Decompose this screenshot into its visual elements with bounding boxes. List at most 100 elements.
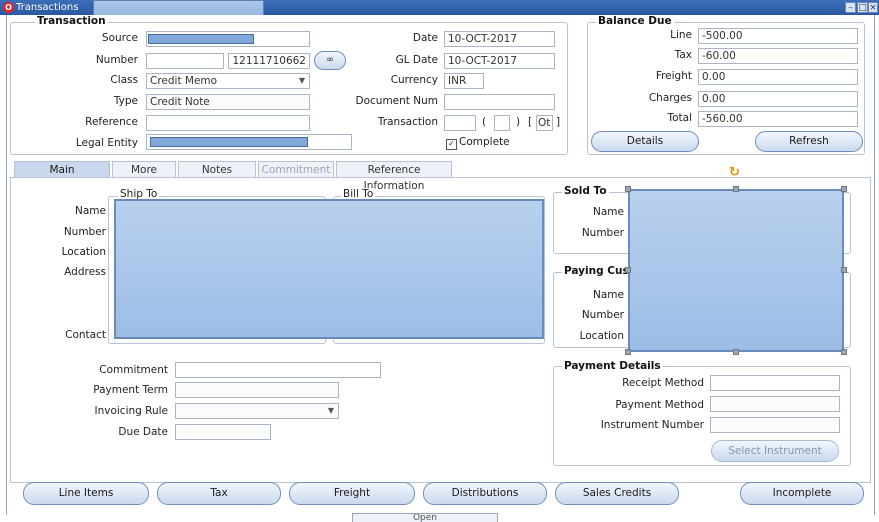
- tab-main[interactable]: Main: [14, 161, 110, 177]
- due-date-label: Due Date: [118, 426, 168, 438]
- source-selection: [148, 34, 254, 44]
- freight-button[interactable]: Freight: [289, 482, 415, 505]
- commitment-field[interactable]: [175, 362, 381, 378]
- bd-charges-field[interactable]: 0.00: [698, 91, 858, 107]
- gl-date-field[interactable]: 10-OCT-2017: [444, 53, 555, 69]
- instrument-number-field[interactable]: [710, 417, 840, 433]
- tax-button[interactable]: Tax: [157, 482, 281, 505]
- lov-icon: ∞: [326, 55, 334, 65]
- number-label-main: Number: [63, 226, 106, 238]
- reference-field[interactable]: [146, 115, 310, 131]
- number-label: Number: [95, 54, 138, 66]
- balance-due-title: Balance Due: [596, 15, 674, 27]
- resize-handle[interactable]: [841, 349, 847, 355]
- tab-reference-information[interactable]: Reference Information: [336, 161, 452, 192]
- currency-field[interactable]: INR: [444, 73, 484, 89]
- invoicing-rule-select[interactable]: ▼: [175, 403, 339, 419]
- invoicing-rule-label: Invoicing Rule: [94, 405, 168, 417]
- bracket-open: [: [528, 116, 533, 128]
- class-value: Credit Memo: [150, 75, 218, 87]
- legal-entity-field[interactable]: [146, 134, 352, 150]
- transaction-title: Transaction: [35, 15, 108, 27]
- sales-credits-button[interactable]: Sales Credits: [555, 482, 679, 505]
- type-field[interactable]: Credit Note: [146, 94, 310, 110]
- checkbox-checked-icon: ✓: [446, 139, 457, 150]
- transaction-sub-field[interactable]: [494, 115, 510, 131]
- ot-field[interactable]: Ot: [536, 115, 553, 131]
- window-title: Transactions: [16, 2, 79, 13]
- payment-method-field[interactable]: [710, 396, 840, 412]
- resize-handle[interactable]: [625, 186, 631, 192]
- customer-selection-overlay[interactable]: [628, 189, 844, 352]
- address-label: Address: [64, 266, 106, 278]
- close-icon[interactable]: ×: [868, 2, 878, 13]
- distributions-button[interactable]: Distributions: [423, 482, 547, 505]
- bd-tax-label: Tax: [674, 49, 692, 61]
- date-field[interactable]: 10-OCT-2017: [444, 31, 555, 47]
- bd-line-field[interactable]: -500.00: [698, 28, 858, 44]
- paren-open: (: [482, 116, 487, 128]
- commitment-label: Commitment: [99, 364, 168, 376]
- receipt-method-label: Receipt Method: [622, 377, 704, 389]
- complete-label: Complete: [459, 136, 510, 148]
- bracket-close: ]: [556, 116, 561, 128]
- rotate-handle-icon[interactable]: ↻: [729, 166, 740, 179]
- address-selection-overlay: [114, 199, 544, 339]
- complete-checkbox[interactable]: ✓ Complete: [446, 135, 510, 150]
- number-prefix-field[interactable]: [146, 53, 224, 69]
- resize-handle[interactable]: [733, 349, 739, 355]
- resize-handle[interactable]: [841, 186, 847, 192]
- type-label: Type: [113, 95, 138, 107]
- gl-date-label: GL Date: [395, 54, 438, 66]
- resize-handle[interactable]: [625, 267, 631, 273]
- bd-freight-field[interactable]: 0.00: [698, 69, 858, 85]
- paying-name-label: Name: [593, 289, 624, 301]
- tab-commitment[interactable]: Commitment: [258, 161, 334, 177]
- chevron-down-icon: ▼: [327, 406, 334, 415]
- instrument-number-label: Instrument Number: [600, 419, 704, 431]
- bd-charges-label: Charges: [648, 92, 692, 104]
- paren-close: ): [516, 116, 521, 128]
- number-field[interactable]: 12111710662: [228, 53, 310, 69]
- partial-open-button[interactable]: Open: [352, 513, 498, 522]
- number-lov-button[interactable]: ∞: [314, 51, 346, 70]
- source-label: Source: [101, 32, 138, 44]
- due-date-field[interactable]: [175, 424, 271, 440]
- bd-tax-field[interactable]: -60.00: [698, 48, 858, 64]
- contact-label: Contact: [65, 329, 106, 341]
- tab-notes[interactable]: Notes: [178, 161, 256, 177]
- document-num-field[interactable]: [444, 94, 555, 110]
- sold-number-label: Number: [581, 227, 624, 239]
- reference-label: Reference: [85, 116, 138, 128]
- receipt-method-field[interactable]: [710, 375, 840, 391]
- class-select[interactable]: Credit Memo ▼: [146, 73, 310, 89]
- bd-total-field[interactable]: -560.00: [698, 111, 858, 127]
- document-num-label: Document Num: [355, 95, 438, 107]
- paying-location-label: Location: [579, 330, 624, 342]
- maximize-icon[interactable]: □: [857, 2, 868, 13]
- payment-method-label: Payment Method: [615, 399, 704, 411]
- payment-term-field[interactable]: [175, 382, 339, 398]
- paying-number-label: Number: [581, 309, 624, 321]
- chevron-down-icon: ▼: [298, 76, 305, 85]
- refresh-button[interactable]: Refresh: [755, 131, 863, 152]
- location-label: Location: [61, 246, 106, 258]
- source-field[interactable]: [146, 31, 310, 47]
- legal-entity-label: Legal Entity: [75, 137, 138, 149]
- bd-line-label: Line: [670, 29, 692, 41]
- transaction-field[interactable]: [444, 115, 476, 131]
- line-items-button[interactable]: Line Items: [23, 482, 149, 505]
- incomplete-button[interactable]: Incomplete: [740, 482, 864, 505]
- minimize-icon[interactable]: –: [845, 2, 856, 13]
- resize-handle[interactable]: [841, 267, 847, 273]
- paying-customer-title: Paying Cus: [562, 265, 631, 277]
- resize-handle[interactable]: [733, 186, 739, 192]
- sold-name-label: Name: [593, 206, 624, 218]
- payment-details-title: Payment Details: [562, 360, 663, 372]
- select-instrument-button[interactable]: Select Instrument: [711, 440, 839, 462]
- tab-more[interactable]: More: [112, 161, 176, 177]
- resize-handle[interactable]: [625, 349, 631, 355]
- oracle-icon: O: [3, 2, 14, 13]
- bd-freight-label: Freight: [655, 70, 692, 82]
- details-button[interactable]: Details: [591, 131, 699, 152]
